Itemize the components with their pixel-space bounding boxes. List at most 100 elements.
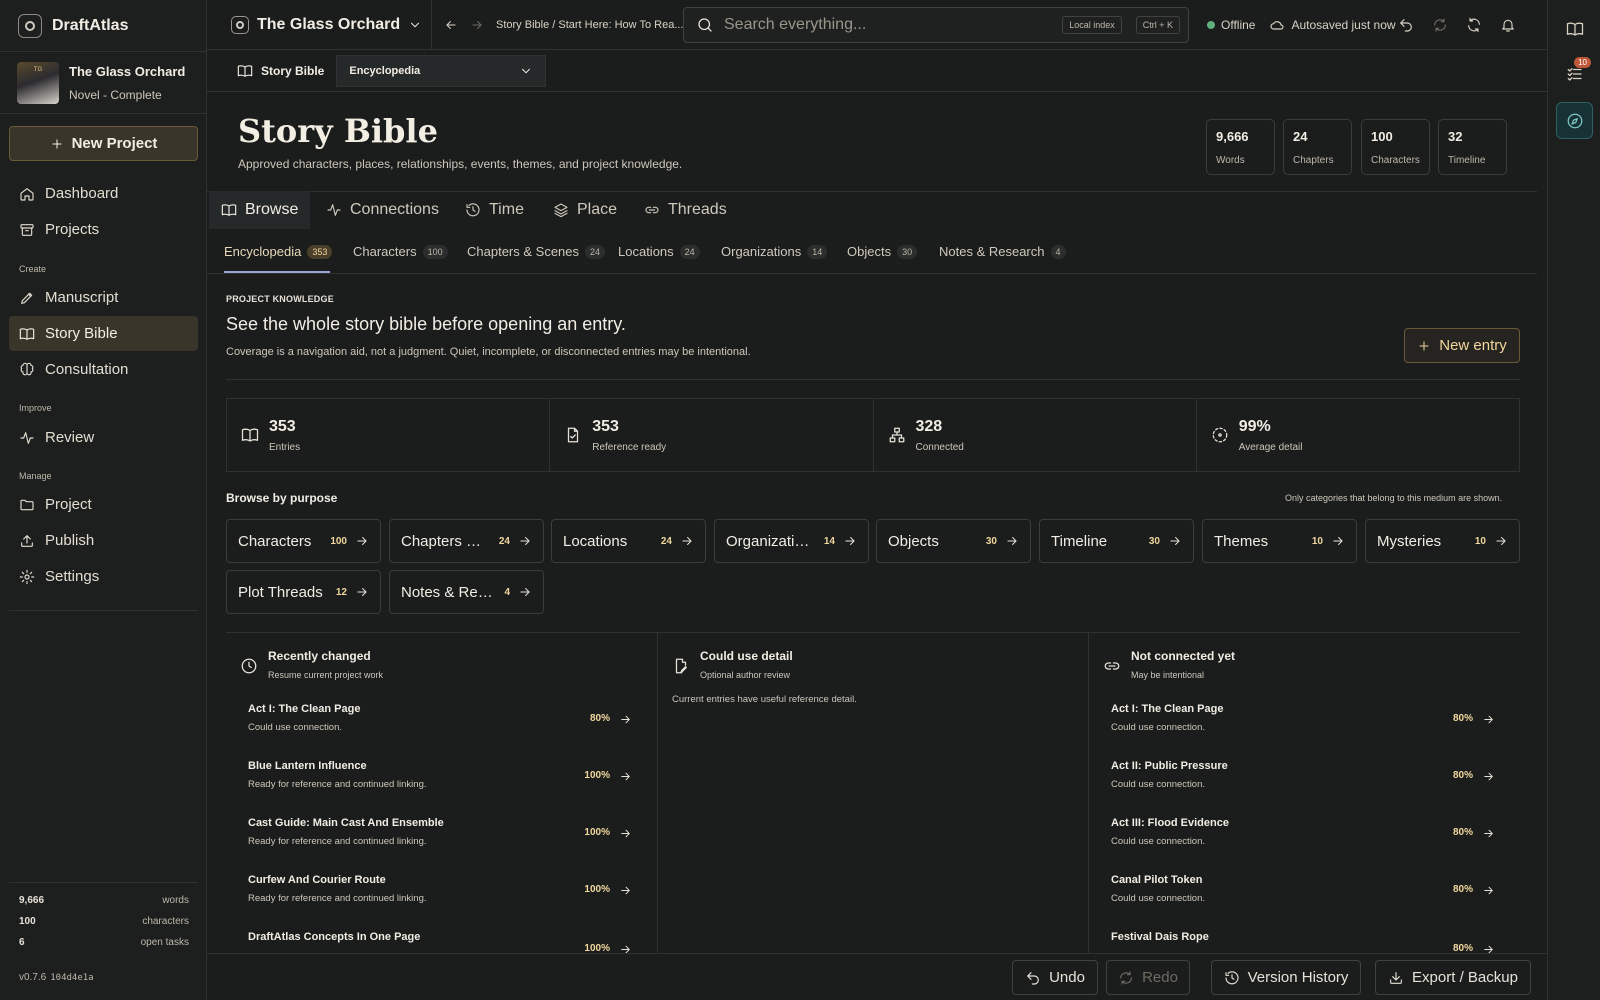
panel-subtitle: Optional author review (700, 670, 791, 680)
brand[interactable]: DraftAtlas (0, 0, 206, 52)
purpose-timeline[interactable]: Timeline 30 (1039, 519, 1194, 563)
page-subtitle: Approved characters, places, relationshi… (238, 157, 683, 171)
list-item[interactable]: Blue Lantern Influence Ready for referenc… (248, 760, 632, 810)
kpi-label: Reference ready (592, 441, 667, 453)
list-item[interactable]: Act I: The Clean Page Could use connectio… (1111, 703, 1495, 753)
book-icon (221, 202, 237, 218)
kpi-value: 353 (592, 417, 619, 435)
new-entry-button[interactable]: New entry (1404, 328, 1520, 363)
tab-connections[interactable]: Connections (314, 191, 451, 229)
panel-could-use-detail: Could use detail Optional author review C… (658, 633, 1088, 953)
nav-consultation[interactable]: Consultation (9, 352, 198, 387)
cat-tab-encyclopedia[interactable]: Encyclopedia 353 (224, 244, 333, 272)
purpose-objects[interactable]: Objects 30 (876, 519, 1031, 563)
rail-book-button[interactable] (1556, 10, 1593, 47)
autosave-label: Autosaved just now (1291, 18, 1396, 32)
undo-icon[interactable] (1398, 17, 1414, 33)
purpose-label: Objects (888, 532, 939, 550)
cat-count: 353 (307, 245, 333, 259)
tab-time[interactable]: Time (453, 191, 536, 229)
offline-dot (1207, 21, 1215, 29)
kpi-label: Average detail (1238, 441, 1303, 453)
forward-arrow-icon[interactable] (470, 18, 484, 32)
nav-settings[interactable]: Settings (9, 559, 198, 594)
nav-label: Consultation (45, 361, 129, 378)
list-item[interactable]: Curfew And Courier Route Ready for refere… (248, 874, 632, 924)
kpi-connected: 328 Connected (874, 399, 1197, 471)
brain-icon (19, 362, 35, 378)
sidebar-stat-words: 9,666 words (19, 895, 189, 906)
new-project-button[interactable]: New Project (9, 126, 198, 161)
nav-story-bible[interactable]: Story Bible (9, 316, 198, 351)
purpose-locations[interactable]: Locations 24 (551, 519, 706, 563)
global-search[interactable]: Local index Ctrl + K (683, 7, 1189, 43)
item-desc: Ready for reference and continued linkin… (248, 836, 427, 847)
version-history-button[interactable]: Version History (1211, 960, 1361, 995)
tab-label: Place (577, 201, 618, 218)
cat-tab-locations[interactable]: Locations 24 (618, 244, 700, 272)
breadcrumb[interactable]: Story Bible / Start Here: How To Rea... (496, 19, 683, 31)
purpose-notes[interactable]: Notes & Research 4 (389, 570, 544, 614)
search-input[interactable] (724, 16, 1053, 34)
redo-label: Redo (1142, 969, 1178, 986)
sync-icon[interactable] (1466, 17, 1482, 33)
purpose-count: 4 (504, 586, 510, 598)
build-hash: 104d4e1a (50, 973, 94, 983)
list-item[interactable]: Cast Guide: Main Cast And Ensemble Ready … (248, 817, 632, 867)
project-switcher[interactable]: The Glass Orchard (207, 0, 432, 50)
sidebar-stat-tasks: 6 open tasks (19, 937, 189, 948)
list-item[interactable]: Act II: Public Pressure Could use connect… (1111, 760, 1495, 810)
purpose-mysteries[interactable]: Mysteries 10 (1365, 519, 1520, 563)
nav-project[interactable]: Project (9, 487, 198, 522)
book-open-icon (1566, 20, 1584, 38)
version: v0.7.6 (19, 972, 47, 983)
purpose-plot-threads[interactable]: Plot Threads 12 (226, 570, 381, 614)
nav-dashboard[interactable]: Dashboard (9, 176, 198, 211)
nav-projects[interactable]: Projects (9, 212, 198, 247)
view-select[interactable]: Encyclopedia (336, 54, 547, 87)
cat-tab-characters[interactable]: Characters 100 (353, 244, 448, 272)
purpose-organizations[interactable]: Organizations 14 (714, 519, 869, 563)
tab-browse[interactable]: Browse (209, 191, 311, 229)
file-edit-icon (672, 657, 690, 675)
nav-review[interactable]: Review (9, 420, 198, 455)
undo-button[interactable]: Undo (1012, 960, 1098, 995)
project-card[interactable]: TG The Glass Orchard Novel - Complete (0, 52, 206, 114)
divider (207, 273, 1537, 274)
bell-icon[interactable] (1500, 17, 1516, 33)
list-item[interactable]: Act III: Flood Evidence Could use connect… (1111, 817, 1495, 867)
tab-threads[interactable]: Threads (632, 191, 739, 229)
list-item[interactable]: Act I: The Clean Page Could use connectio… (248, 703, 632, 753)
section-improve: Improve (19, 403, 52, 413)
cat-tab-organizations[interactable]: Organizations 14 (721, 244, 828, 272)
item-title: Act I: The Clean Page (1111, 703, 1224, 715)
rail-compass-button[interactable] (1556, 102, 1593, 139)
home-icon (19, 186, 35, 202)
purpose-characters[interactable]: Characters 100 (226, 519, 381, 563)
item-percent: 80% (1452, 884, 1473, 895)
cat-tab-notes[interactable]: Notes & Research 4 (939, 244, 1066, 272)
purpose-count: 100 (330, 535, 347, 547)
purpose-count: 10 (1311, 535, 1323, 547)
nav-label: Manuscript (45, 289, 119, 306)
cat-tab-chapters[interactable]: Chapters & Scenes 24 (467, 244, 606, 272)
nav-manuscript[interactable]: Manuscript (9, 280, 198, 315)
redo-button[interactable]: Redo (1106, 960, 1190, 995)
rail-tasks-button[interactable]: 10 (1556, 55, 1593, 92)
purpose-chapters[interactable]: Chapters & Scenes 24 (389, 519, 544, 563)
arrow-right-icon (355, 534, 369, 548)
story-bible-link[interactable]: Story Bible (207, 63, 324, 79)
stat-label: Timeline (1448, 155, 1486, 166)
tab-place[interactable]: Place (541, 191, 629, 229)
arrow-right-icon (619, 770, 632, 783)
list-item[interactable]: Canal Pilot Token Could use connection. 80… (1111, 874, 1495, 924)
purpose-count: 30 (1148, 535, 1160, 547)
export-backup-button[interactable]: Export / Backup (1375, 960, 1531, 995)
purpose-themes[interactable]: Themes 10 (1202, 519, 1357, 563)
cat-tab-objects[interactable]: Objects 30 (847, 244, 918, 272)
back-arrow-icon[interactable] (444, 18, 458, 32)
cat-label: Chapters & Scenes (467, 244, 580, 259)
nav-publish[interactable]: Publish (9, 523, 198, 558)
redo-icon[interactable] (1432, 17, 1448, 33)
section-subtitle: Coverage is a navigation aid, not a judg… (226, 346, 751, 358)
